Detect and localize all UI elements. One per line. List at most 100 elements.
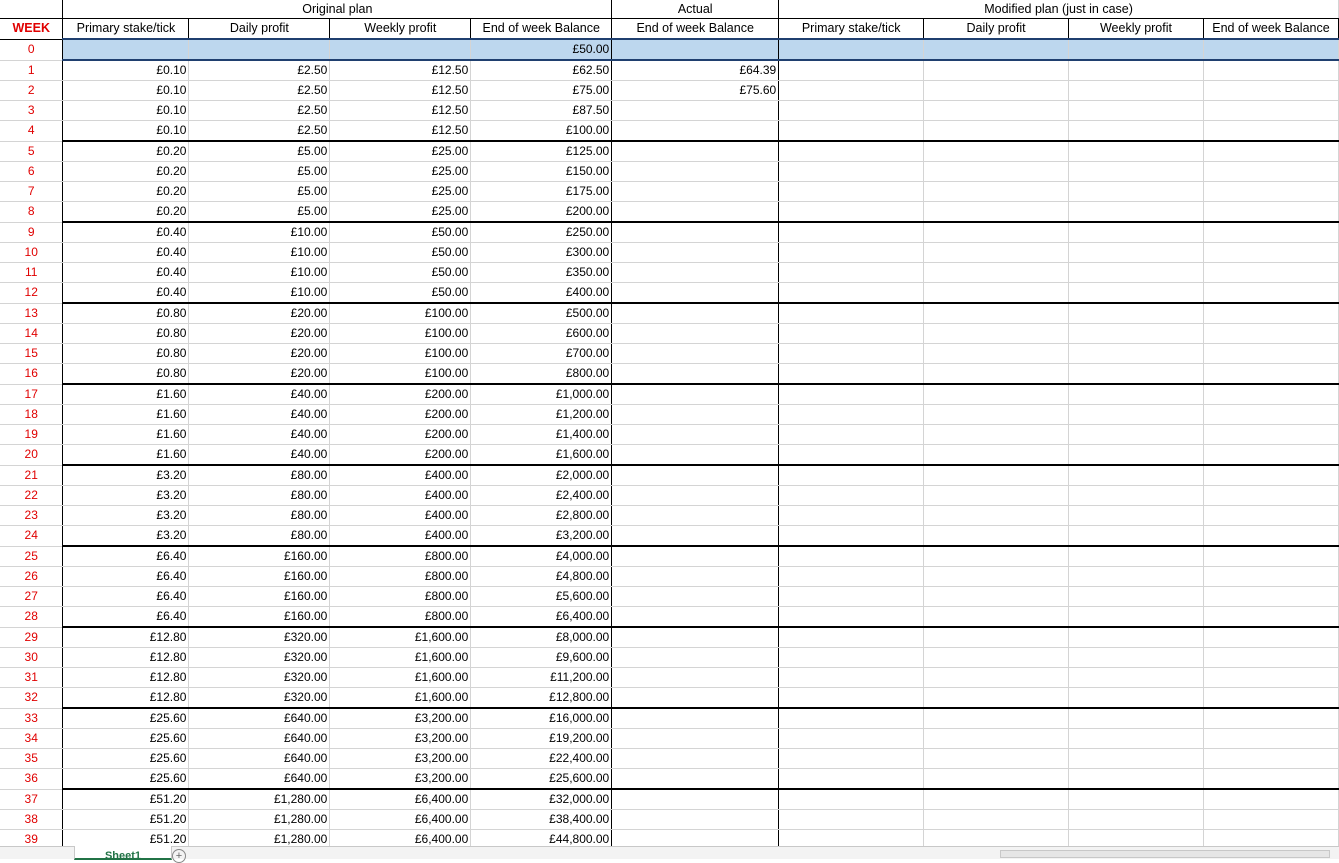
orig-balance-cell[interactable]: £9,600.00 — [470, 647, 613, 668]
actual-balance-cell[interactable] — [611, 444, 780, 466]
mod-weekly-cell[interactable] — [1068, 100, 1204, 121]
actual-balance-cell[interactable] — [611, 627, 780, 648]
plus-circle-icon[interactable]: + — [172, 849, 186, 863]
mod-daily-cell[interactable] — [923, 505, 1070, 526]
orig-daily-cell[interactable]: £20.00 — [188, 363, 331, 385]
group-header-original[interactable]: Original plan — [62, 0, 613, 19]
orig-balance-cell[interactable]: £200.00 — [470, 201, 613, 223]
header-mod-balance[interactable]: End of week Balance — [1202, 18, 1339, 40]
mod-balance-cell[interactable] — [1203, 303, 1339, 324]
orig-weekly-cell[interactable]: £50.00 — [329, 222, 472, 243]
mod-stake-cell[interactable] — [778, 485, 925, 506]
mod-daily-cell[interactable] — [923, 768, 1070, 790]
orig-weekly-cell[interactable]: £12.50 — [329, 100, 472, 121]
actual-balance-cell[interactable]: £64.39 — [611, 60, 780, 81]
mod-stake-cell[interactable] — [778, 768, 925, 790]
mod-daily-cell[interactable] — [923, 282, 1070, 304]
mod-stake-cell[interactable] — [778, 120, 925, 142]
orig-stake-cell[interactable]: £0.10 — [62, 60, 190, 81]
actual-balance-cell[interactable] — [611, 404, 780, 425]
mod-weekly-cell[interactable] — [1068, 748, 1204, 769]
orig-stake-cell[interactable]: £12.80 — [62, 647, 190, 668]
mod-balance-cell[interactable] — [1203, 546, 1339, 567]
mod-weekly-cell[interactable] — [1068, 505, 1204, 526]
orig-stake-cell[interactable]: £0.80 — [62, 363, 190, 385]
mod-daily-cell[interactable] — [923, 708, 1070, 729]
orig-balance-cell[interactable]: £1,400.00 — [470, 424, 613, 445]
mod-daily-cell[interactable] — [923, 627, 1070, 648]
mod-daily-cell[interactable] — [923, 728, 1070, 749]
mod-weekly-cell[interactable] — [1068, 181, 1204, 202]
header-orig-weekly[interactable]: Weekly profit — [329, 18, 472, 40]
mod-weekly-cell[interactable] — [1068, 282, 1204, 304]
orig-stake-cell[interactable]: £0.40 — [62, 242, 190, 263]
orig-daily-cell[interactable]: £40.00 — [188, 384, 331, 405]
orig-daily-cell[interactable]: £1,280.00 — [188, 789, 331, 810]
week-cell[interactable]: 28 — [0, 606, 64, 628]
orig-stake-cell[interactable]: £1.60 — [62, 424, 190, 445]
mod-balance-cell[interactable] — [1203, 748, 1339, 769]
actual-balance-cell[interactable] — [611, 38, 780, 61]
orig-balance-cell[interactable]: £5,600.00 — [470, 586, 613, 607]
mod-stake-cell[interactable] — [778, 323, 925, 344]
week-cell[interactable]: 34 — [0, 728, 64, 749]
mod-stake-cell[interactable] — [778, 303, 925, 324]
orig-weekly-cell[interactable]: £800.00 — [329, 606, 472, 628]
mod-weekly-cell[interactable] — [1068, 323, 1204, 344]
orig-balance-cell[interactable]: £4,000.00 — [470, 546, 613, 567]
week-cell[interactable]: 8 — [0, 201, 64, 223]
mod-daily-cell[interactable] — [923, 546, 1070, 567]
mod-balance-cell[interactable] — [1203, 363, 1339, 385]
orig-weekly-cell[interactable]: £6,400.00 — [329, 789, 472, 810]
mod-stake-cell[interactable] — [778, 586, 925, 607]
orig-daily-cell[interactable]: £640.00 — [188, 708, 331, 729]
mod-daily-cell[interactable] — [923, 424, 1070, 445]
mod-balance-cell[interactable] — [1203, 647, 1339, 668]
mod-weekly-cell[interactable] — [1068, 667, 1204, 688]
week-cell[interactable]: 16 — [0, 363, 64, 385]
orig-weekly-cell[interactable]: £12.50 — [329, 80, 472, 101]
mod-balance-cell[interactable] — [1203, 667, 1339, 688]
mod-balance-cell[interactable] — [1203, 80, 1339, 101]
orig-weekly-cell[interactable]: £800.00 — [329, 566, 472, 587]
mod-balance-cell[interactable] — [1203, 60, 1339, 81]
orig-balance-cell[interactable]: £8,000.00 — [470, 627, 613, 648]
mod-weekly-cell[interactable] — [1068, 708, 1204, 729]
orig-daily-cell[interactable]: £40.00 — [188, 444, 331, 466]
mod-daily-cell[interactable] — [923, 303, 1070, 324]
mod-weekly-cell[interactable] — [1068, 201, 1204, 223]
orig-daily-cell[interactable]: £320.00 — [188, 667, 331, 688]
actual-balance-cell[interactable] — [611, 708, 780, 729]
actual-balance-cell[interactable] — [611, 141, 780, 162]
week-cell[interactable]: 22 — [0, 485, 64, 506]
orig-stake-cell[interactable]: £0.10 — [62, 100, 190, 121]
orig-daily-cell[interactable]: £2.50 — [188, 120, 331, 142]
mod-daily-cell[interactable] — [923, 343, 1070, 364]
mod-daily-cell[interactable] — [923, 404, 1070, 425]
orig-balance-cell[interactable]: £11,200.00 — [470, 667, 613, 688]
week-cell[interactable]: 32 — [0, 687, 64, 709]
orig-stake-cell[interactable]: £0.40 — [62, 222, 190, 243]
orig-daily-cell[interactable]: £160.00 — [188, 606, 331, 628]
week-cell[interactable]: 19 — [0, 424, 64, 445]
actual-balance-cell[interactable] — [611, 606, 780, 628]
orig-stake-cell[interactable]: £51.20 — [62, 789, 190, 810]
mod-balance-cell[interactable] — [1203, 141, 1339, 162]
orig-balance-cell[interactable]: £1,000.00 — [470, 384, 613, 405]
mod-weekly-cell[interactable] — [1068, 768, 1204, 790]
header-mod-weekly[interactable]: Weekly profit — [1068, 18, 1204, 40]
mod-stake-cell[interactable] — [778, 282, 925, 304]
mod-balance-cell[interactable] — [1203, 768, 1339, 790]
mod-balance-cell[interactable] — [1203, 384, 1339, 405]
week-cell[interactable]: 23 — [0, 505, 64, 526]
orig-balance-cell[interactable]: £62.50 — [470, 60, 613, 81]
week-cell[interactable]: 15 — [0, 343, 64, 364]
mod-stake-cell[interactable] — [778, 505, 925, 526]
mod-stake-cell[interactable] — [778, 809, 925, 830]
orig-balance-cell[interactable]: £400.00 — [470, 282, 613, 304]
mod-weekly-cell[interactable] — [1068, 262, 1204, 283]
orig-stake-cell[interactable]: £1.60 — [62, 444, 190, 466]
mod-stake-cell[interactable] — [778, 647, 925, 668]
orig-weekly-cell[interactable]: £25.00 — [329, 141, 472, 162]
week-cell[interactable]: 27 — [0, 586, 64, 607]
